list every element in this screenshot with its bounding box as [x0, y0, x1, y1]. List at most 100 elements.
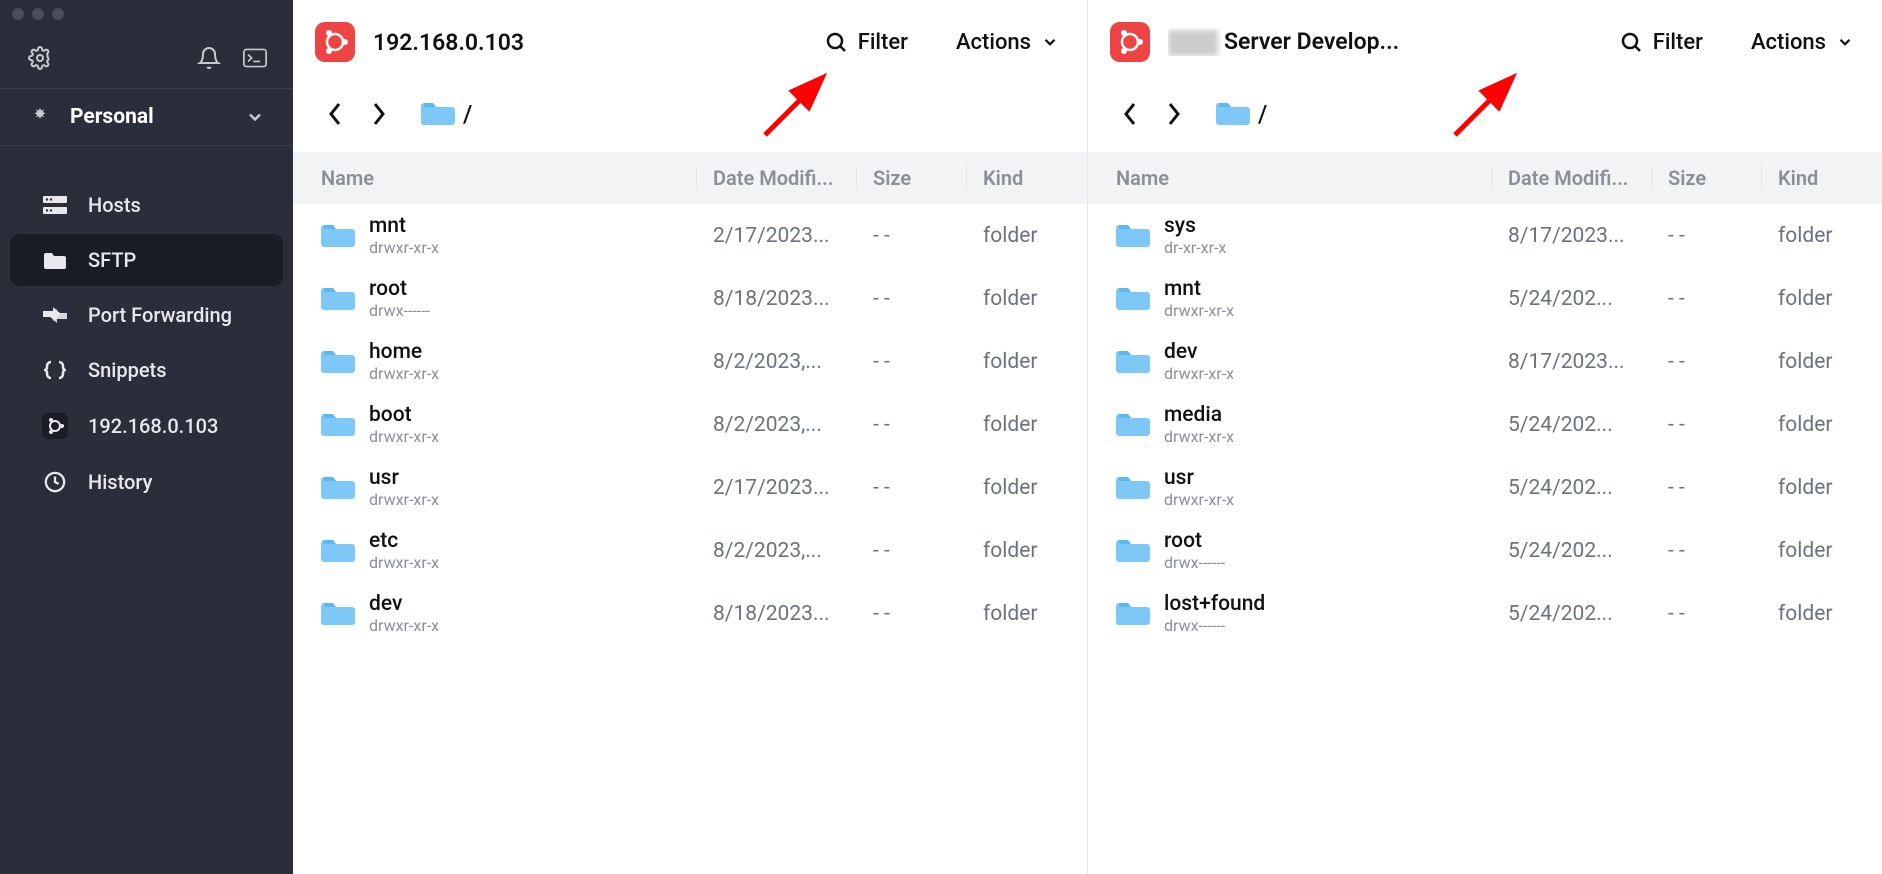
sidebar-item-label: Hosts	[88, 193, 141, 217]
search-icon	[1619, 30, 1643, 54]
file-name: dev	[369, 592, 439, 616]
current-path: /	[1258, 100, 1267, 128]
sidebar-item-label: SFTP	[88, 248, 136, 272]
file-date: 8/17/2023...	[1492, 350, 1652, 374]
pane-header: Server Develop... Filter Actions	[1088, 0, 1882, 84]
path-bar: /	[293, 84, 1087, 152]
sidebar: Personal Hosts SFTP Port ForwardingSnippet…	[0, 0, 293, 874]
file-permissions: drwxr-xr-x	[369, 553, 439, 572]
file-row[interactable]: mntdrwxr-xr-x2/17/2023...- -folder	[293, 204, 1087, 267]
table-header: NameDate Modifi...SizeKind	[293, 152, 1087, 204]
file-name: etc	[369, 529, 439, 553]
sidebar-item-ubuntu[interactable]: 192.168.0.103	[10, 399, 283, 453]
folder-icon	[1116, 285, 1150, 313]
file-row[interactable]: bootdrwxr-xr-x8/2/2023,...- -folder	[293, 393, 1087, 456]
file-kind: folder	[1762, 602, 1882, 626]
file-date: 8/2/2023,...	[697, 350, 857, 374]
file-permissions: drwxr-xr-x	[1164, 301, 1234, 320]
folder-icon	[321, 411, 355, 439]
nav-back-button[interactable]	[1110, 94, 1150, 134]
sidebar-item-label: 192.168.0.103	[88, 414, 218, 438]
file-date: 5/24/202...	[1492, 287, 1652, 311]
ubuntu-icon	[42, 413, 68, 439]
folder-icon	[321, 474, 355, 502]
file-date: 2/17/2023...	[697, 224, 857, 248]
file-size: - -	[1652, 602, 1762, 626]
column-header-date[interactable]: Date Modifi...	[697, 166, 857, 190]
traffic-light-minimize[interactable]	[32, 8, 44, 20]
file-kind: folder	[967, 224, 1087, 248]
file-row[interactable]: mntdrwxr-xr-x5/24/202...- -folder	[1088, 267, 1882, 330]
file-row[interactable]: rootdrwx------5/24/202...- -folder	[1088, 519, 1882, 582]
file-date: 8/2/2023,...	[697, 413, 857, 437]
file-row[interactable]: usrdrwxr-xr-x2/17/2023...- -folder	[293, 456, 1087, 519]
sun-gear-icon	[28, 105, 52, 129]
filter-button[interactable]: Filter	[1619, 30, 1703, 55]
terminal-icon[interactable]	[243, 46, 267, 70]
sidebar-item-hosts[interactable]: Hosts	[10, 179, 283, 231]
nav-forward-button[interactable]	[1154, 94, 1194, 134]
file-row[interactable]: devdrwxr-xr-x8/17/2023...- -folder	[1088, 330, 1882, 393]
column-header-kind[interactable]: Kind	[1762, 166, 1882, 190]
file-name: lost+found	[1164, 592, 1265, 616]
sidebar-item-snippets[interactable]: Snippets	[10, 344, 283, 396]
file-pane-1: Server Develop... Filter Actions / NameDate …	[1088, 0, 1882, 874]
gear-icon[interactable]	[28, 46, 52, 70]
file-size: - -	[1652, 413, 1762, 437]
traffic-light-zoom[interactable]	[52, 8, 64, 20]
nav-forward-button[interactable]	[359, 94, 399, 134]
file-kind: folder	[1762, 224, 1882, 248]
actions-button[interactable]: Actions	[1751, 30, 1854, 55]
portfwd-icon	[42, 306, 68, 324]
file-permissions: drwxr-xr-x	[1164, 364, 1234, 383]
traffic-light-close[interactable]	[12, 8, 24, 20]
pane-header: 192.168.0.103FilterActions	[293, 0, 1087, 84]
file-kind: folder	[1762, 539, 1882, 563]
sidebar-item-portfwd[interactable]: Port Forwarding	[10, 289, 283, 341]
sidebar-top-bar	[0, 28, 293, 88]
filter-button[interactable]: Filter	[824, 30, 908, 55]
folder-icon	[1116, 474, 1150, 502]
file-name: mnt	[1164, 277, 1234, 301]
file-kind: folder	[967, 476, 1087, 500]
nav-back-button[interactable]	[315, 94, 355, 134]
file-row[interactable]: lost+founddrwx------5/24/202...- -folder	[1088, 582, 1882, 645]
file-permissions: drwxr-xr-x	[369, 238, 439, 257]
ubuntu-badge-icon	[315, 22, 355, 62]
file-kind: folder	[967, 350, 1087, 374]
file-kind: folder	[967, 539, 1087, 563]
folder-icon	[1116, 222, 1150, 250]
file-size: - -	[1652, 287, 1762, 311]
file-row[interactable]: homedrwxr-xr-x8/2/2023,...- -folder	[293, 330, 1087, 393]
file-row[interactable]: devdrwxr-xr-x8/18/2023...- -folder	[293, 582, 1087, 645]
sidebar-item-history[interactable]: History	[10, 456, 283, 508]
column-header-date[interactable]: Date Modifi...	[1492, 166, 1652, 190]
bell-icon[interactable]	[197, 46, 221, 70]
file-size: - -	[857, 476, 967, 500]
main-content: 192.168.0.103FilterActions/NameDate Modi…	[293, 0, 1882, 874]
file-name: root	[1164, 529, 1225, 553]
host-label: Server Develop...	[1168, 28, 1399, 56]
file-rows: mntdrwxr-xr-x2/17/2023...- -folderrootdr…	[293, 204, 1087, 645]
file-size: - -	[857, 539, 967, 563]
actions-button[interactable]: Actions	[956, 30, 1059, 55]
file-permissions: drwxr-xr-x	[1164, 490, 1234, 509]
file-pane-0: 192.168.0.103FilterActions/NameDate Modi…	[293, 0, 1088, 874]
column-header-name[interactable]: Name	[293, 166, 697, 190]
file-row[interactable]: mediadrwxr-xr-x5/24/202...- -folder	[1088, 393, 1882, 456]
file-name: sys	[1164, 214, 1226, 238]
column-header-kind[interactable]: Kind	[967, 166, 1087, 190]
sidebar-item-sftp[interactable]: SFTP	[10, 234, 283, 286]
sidebar-section-label: Personal	[70, 105, 154, 129]
filter-label: Filter	[858, 30, 908, 55]
file-row[interactable]: rootdrwx------8/18/2023...- -folder	[293, 267, 1087, 330]
file-name: usr	[369, 466, 439, 490]
file-row[interactable]: usrdrwxr-xr-x5/24/202...- -folder	[1088, 456, 1882, 519]
ubuntu-badge-icon	[1110, 22, 1150, 62]
column-header-size[interactable]: Size	[1652, 166, 1762, 190]
sidebar-section-personal[interactable]: Personal	[0, 88, 293, 146]
column-header-name[interactable]: Name	[1088, 166, 1492, 190]
column-header-size[interactable]: Size	[857, 166, 967, 190]
file-row[interactable]: etcdrwxr-xr-x8/2/2023,...- -folder	[293, 519, 1087, 582]
file-row[interactable]: sysdr-xr-xr-x8/17/2023...- -folder	[1088, 204, 1882, 267]
